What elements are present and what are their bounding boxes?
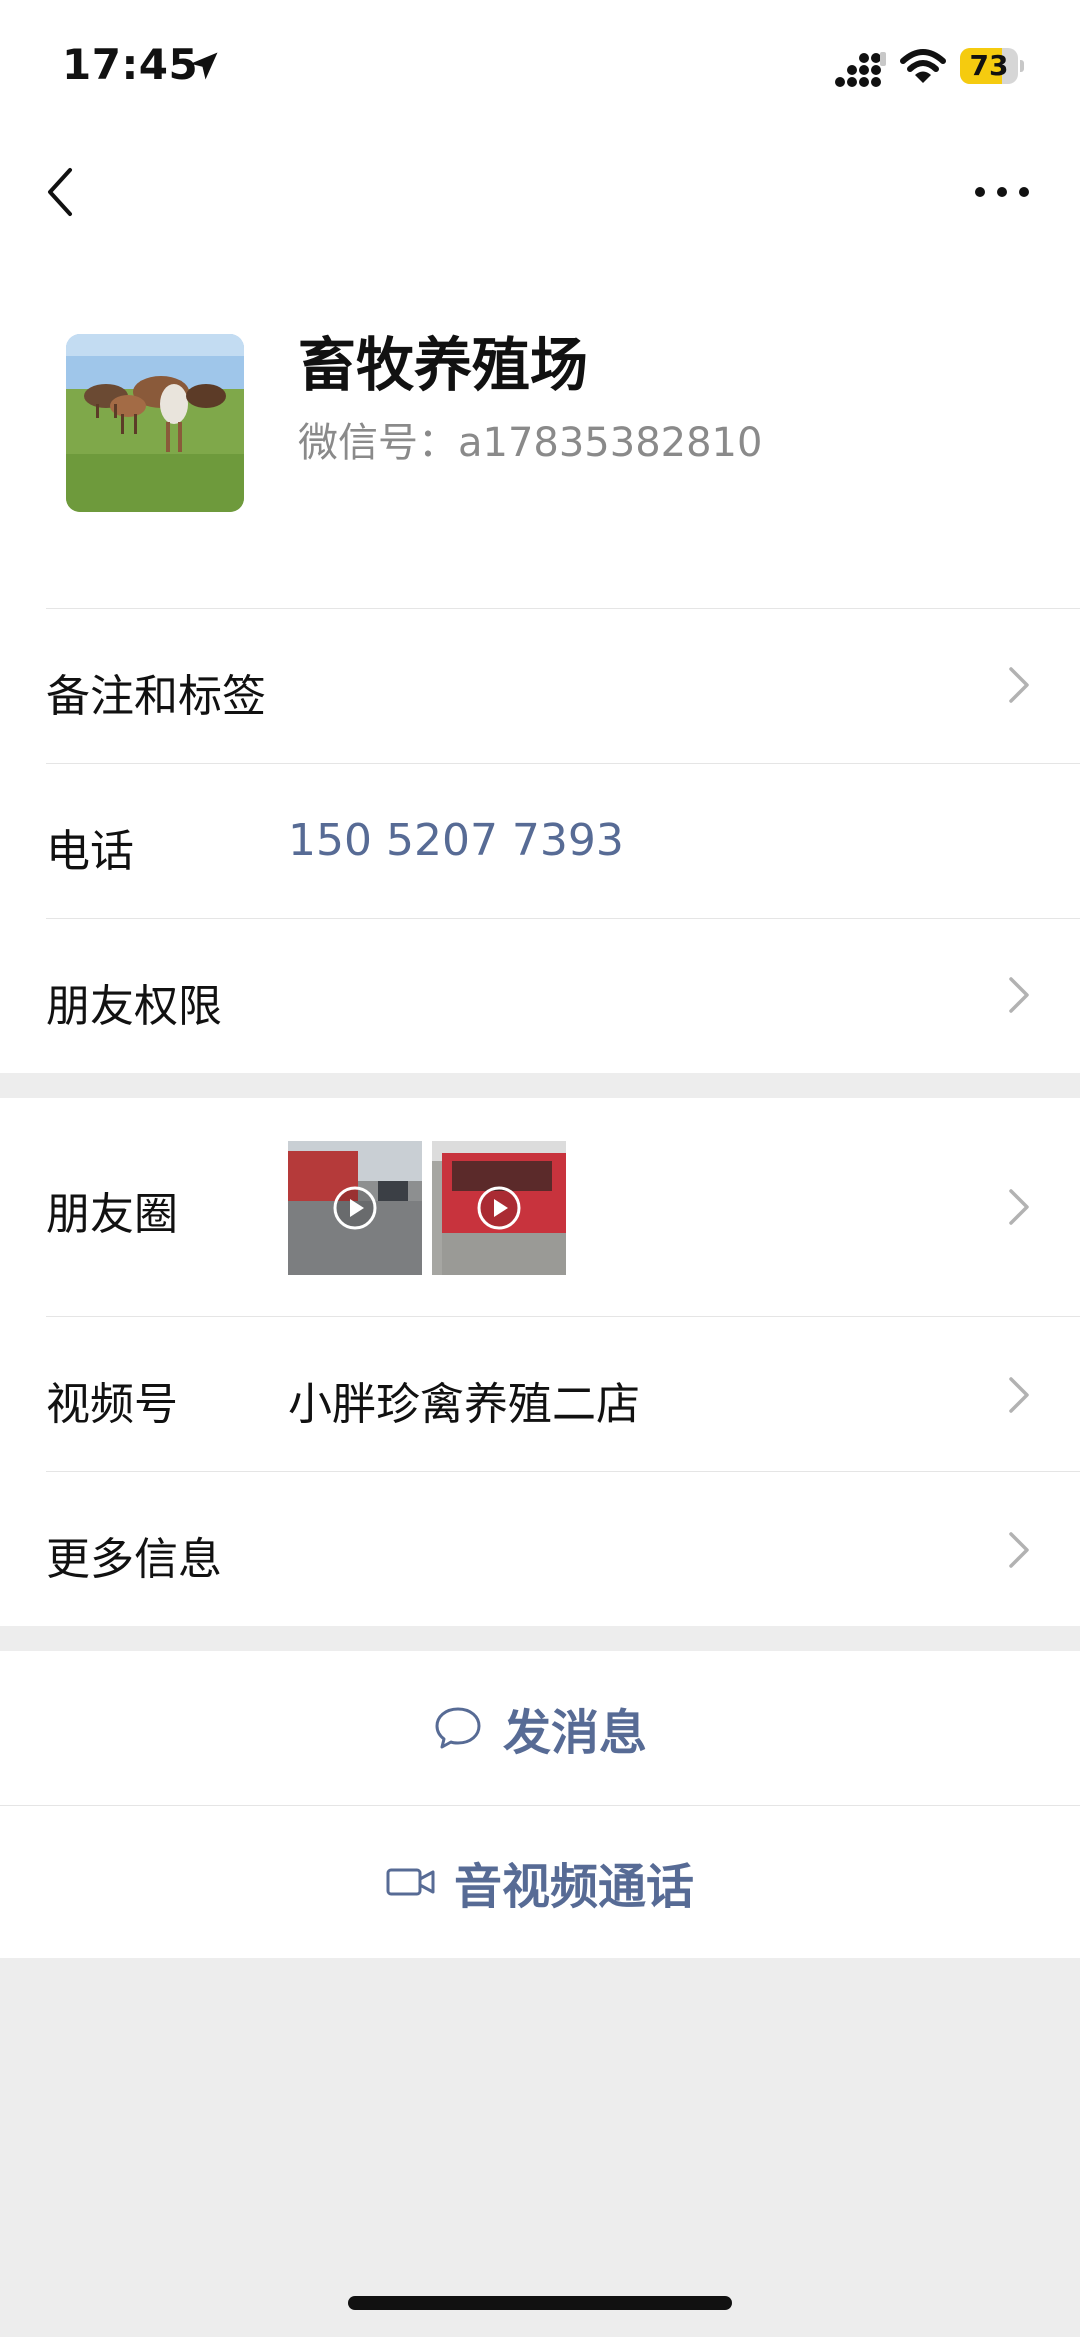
voice-video-call-button[interactable]: 音视频通话 — [0, 1805, 1080, 1958]
channels-name: 小胖珍禽养殖二店 — [288, 1379, 640, 1430]
moments-thumbnail-video[interactable] — [288, 1141, 422, 1275]
home-indicator[interactable] — [348, 2296, 732, 2310]
video-camera-icon — [386, 1868, 435, 1896]
row-more-info[interactable]: 更多信息 — [0, 1471, 1080, 1626]
chevron-right-icon — [1009, 1189, 1029, 1225]
row-phone: 电话 150 5207 7393 — [0, 763, 1080, 918]
divider — [46, 1471, 1080, 1472]
battery-cap — [1020, 60, 1024, 72]
profile-header: 畜牧养殖场 微信号：a17835382810 — [0, 252, 1080, 608]
send-message-label: 发消息 — [502, 1705, 647, 1761]
play-icon — [333, 1186, 377, 1230]
row-label: 朋友权限 — [46, 981, 222, 1032]
avatar-image — [66, 334, 244, 512]
chevron-right-icon — [1009, 1377, 1029, 1413]
more-icon[interactable] — [972, 176, 1032, 208]
play-icon — [477, 1186, 521, 1230]
divider — [46, 763, 1080, 764]
divider — [46, 918, 1080, 919]
row-friend-permissions[interactable]: 朋友权限 — [0, 918, 1080, 1073]
battery-body: 73 — [960, 48, 1018, 84]
divider — [46, 1316, 1080, 1317]
back-icon[interactable] — [40, 164, 80, 220]
row-label: 更多信息 — [46, 1534, 222, 1585]
row-label: 朋友圈 — [46, 1189, 178, 1240]
row-label: 备注和标签 — [46, 671, 266, 722]
chevron-right-icon — [1009, 977, 1029, 1013]
battery-indicator: 73 — [960, 48, 1024, 84]
battery-percent: 73 — [969, 49, 1009, 82]
cellular-signal-icon — [835, 52, 886, 87]
chat-bubble-icon — [435, 1707, 481, 1749]
row-remarks-tags[interactable]: 备注和标签 — [0, 608, 1080, 763]
chevron-right-icon — [1009, 667, 1029, 703]
avatar[interactable] — [66, 334, 244, 512]
location-arrow-icon — [190, 52, 218, 80]
wechat-id: 微信号：a17835382810 — [298, 420, 763, 466]
send-message-button[interactable]: 发消息 — [0, 1651, 1080, 1805]
wifi-icon — [900, 49, 946, 83]
row-moments[interactable]: 朋友圈 — [0, 1098, 1080, 1316]
moments-thumbnail-video[interactable] — [432, 1141, 566, 1275]
row-label: 电话 — [46, 826, 134, 877]
contact-name: 畜牧养殖场 — [298, 331, 589, 399]
phone-number-link[interactable]: 150 5207 7393 — [288, 815, 624, 866]
row-channels[interactable]: 视频号 小胖珍禽养殖二店 — [0, 1316, 1080, 1471]
status-bar: 17:45 73 — [0, 0, 1080, 132]
divider — [46, 608, 1080, 609]
nav-bar — [0, 132, 1080, 252]
status-time: 17:45 — [62, 40, 199, 89]
chevron-right-icon — [1009, 1532, 1029, 1568]
row-label: 视频号 — [46, 1379, 178, 1430]
voice-video-call-label: 音视频通话 — [453, 1859, 694, 1915]
